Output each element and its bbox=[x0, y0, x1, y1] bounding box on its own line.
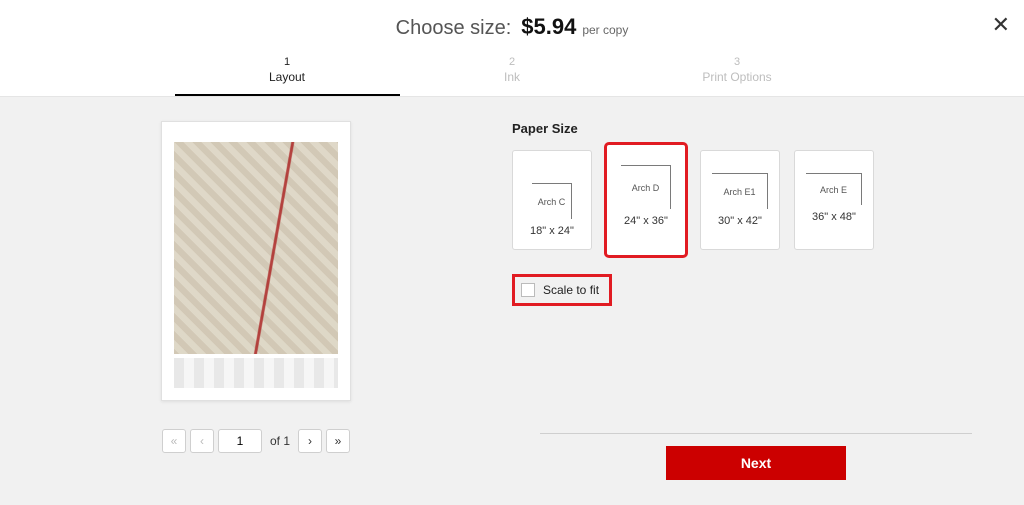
close-icon[interactable]: ✕ bbox=[992, 14, 1010, 36]
step-tabs: 1 Layout 2 Ink 3 Print Options bbox=[0, 48, 1024, 97]
header-price: $5.94 bbox=[521, 14, 576, 40]
pager-last-icon[interactable]: » bbox=[326, 429, 350, 453]
size-arch-d[interactable]: Arch D 24" x 36" bbox=[606, 144, 686, 256]
size-name: Arch E bbox=[820, 185, 847, 195]
next-button[interactable]: Next bbox=[666, 446, 846, 480]
tab-ink[interactable]: 2 Ink bbox=[400, 48, 625, 96]
main: « ‹ of 1 › » Paper Size Arch C 18" x 24"… bbox=[0, 97, 1024, 505]
size-arch-e[interactable]: Arch E 36" x 48" bbox=[794, 150, 874, 250]
pager: « ‹ of 1 › » bbox=[162, 429, 350, 453]
size-dim: 18" x 24" bbox=[530, 225, 574, 237]
scale-to-fit-checkbox[interactable] bbox=[521, 283, 535, 297]
size-name: Arch D bbox=[632, 183, 660, 193]
paper-size-label: Paper Size bbox=[512, 121, 972, 136]
tab-label: Layout bbox=[269, 70, 305, 84]
size-thumb: Arch C bbox=[532, 183, 572, 219]
size-name: Arch C bbox=[538, 197, 566, 207]
pager-page-input[interactable] bbox=[218, 429, 262, 453]
pager-next-icon[interactable]: › bbox=[298, 429, 322, 453]
options-panel: Paper Size Arch C 18" x 24" Arch D 24" x… bbox=[512, 97, 1024, 505]
paper-size-grid: Arch C 18" x 24" Arch D 24" x 36" Arch E… bbox=[512, 144, 972, 256]
scale-to-fit-label: Scale to fit bbox=[543, 283, 599, 297]
pager-of-label: of 1 bbox=[266, 434, 294, 448]
tab-label: Print Options bbox=[702, 70, 771, 84]
size-arch-c[interactable]: Arch C 18" x 24" bbox=[512, 150, 592, 250]
size-thumb: Arch D bbox=[621, 165, 671, 209]
tab-num: 3 bbox=[625, 56, 850, 68]
size-thumb: Arch E bbox=[806, 173, 862, 205]
scale-to-fit-row[interactable]: Scale to fit bbox=[512, 274, 612, 306]
page-preview bbox=[161, 121, 351, 401]
divider bbox=[540, 433, 972, 434]
pager-first-icon[interactable]: « bbox=[162, 429, 186, 453]
size-dim: 24" x 36" bbox=[624, 215, 668, 227]
tab-label: Ink bbox=[504, 70, 520, 84]
header-per: per copy bbox=[582, 23, 628, 37]
pager-prev-icon[interactable]: ‹ bbox=[190, 429, 214, 453]
size-dim: 30" x 42" bbox=[718, 215, 762, 227]
size-name: Arch E1 bbox=[723, 187, 755, 197]
tab-num: 2 bbox=[400, 56, 625, 68]
tab-layout[interactable]: 1 Layout bbox=[175, 48, 400, 96]
preview-panel: « ‹ of 1 › » bbox=[0, 97, 512, 505]
header-title: Choose size: bbox=[396, 17, 512, 40]
footer: Next bbox=[540, 433, 972, 480]
preview-legend bbox=[174, 358, 338, 388]
tab-print-options[interactable]: 3 Print Options bbox=[625, 48, 850, 96]
tab-num: 1 bbox=[175, 56, 400, 68]
size-thumb: Arch E1 bbox=[712, 173, 768, 209]
size-dim: 36" x 48" bbox=[812, 211, 856, 223]
preview-map bbox=[174, 142, 338, 354]
size-arch-e1[interactable]: Arch E1 30" x 42" bbox=[700, 150, 780, 250]
header: Choose size: $5.94 per copy bbox=[0, 0, 1024, 48]
